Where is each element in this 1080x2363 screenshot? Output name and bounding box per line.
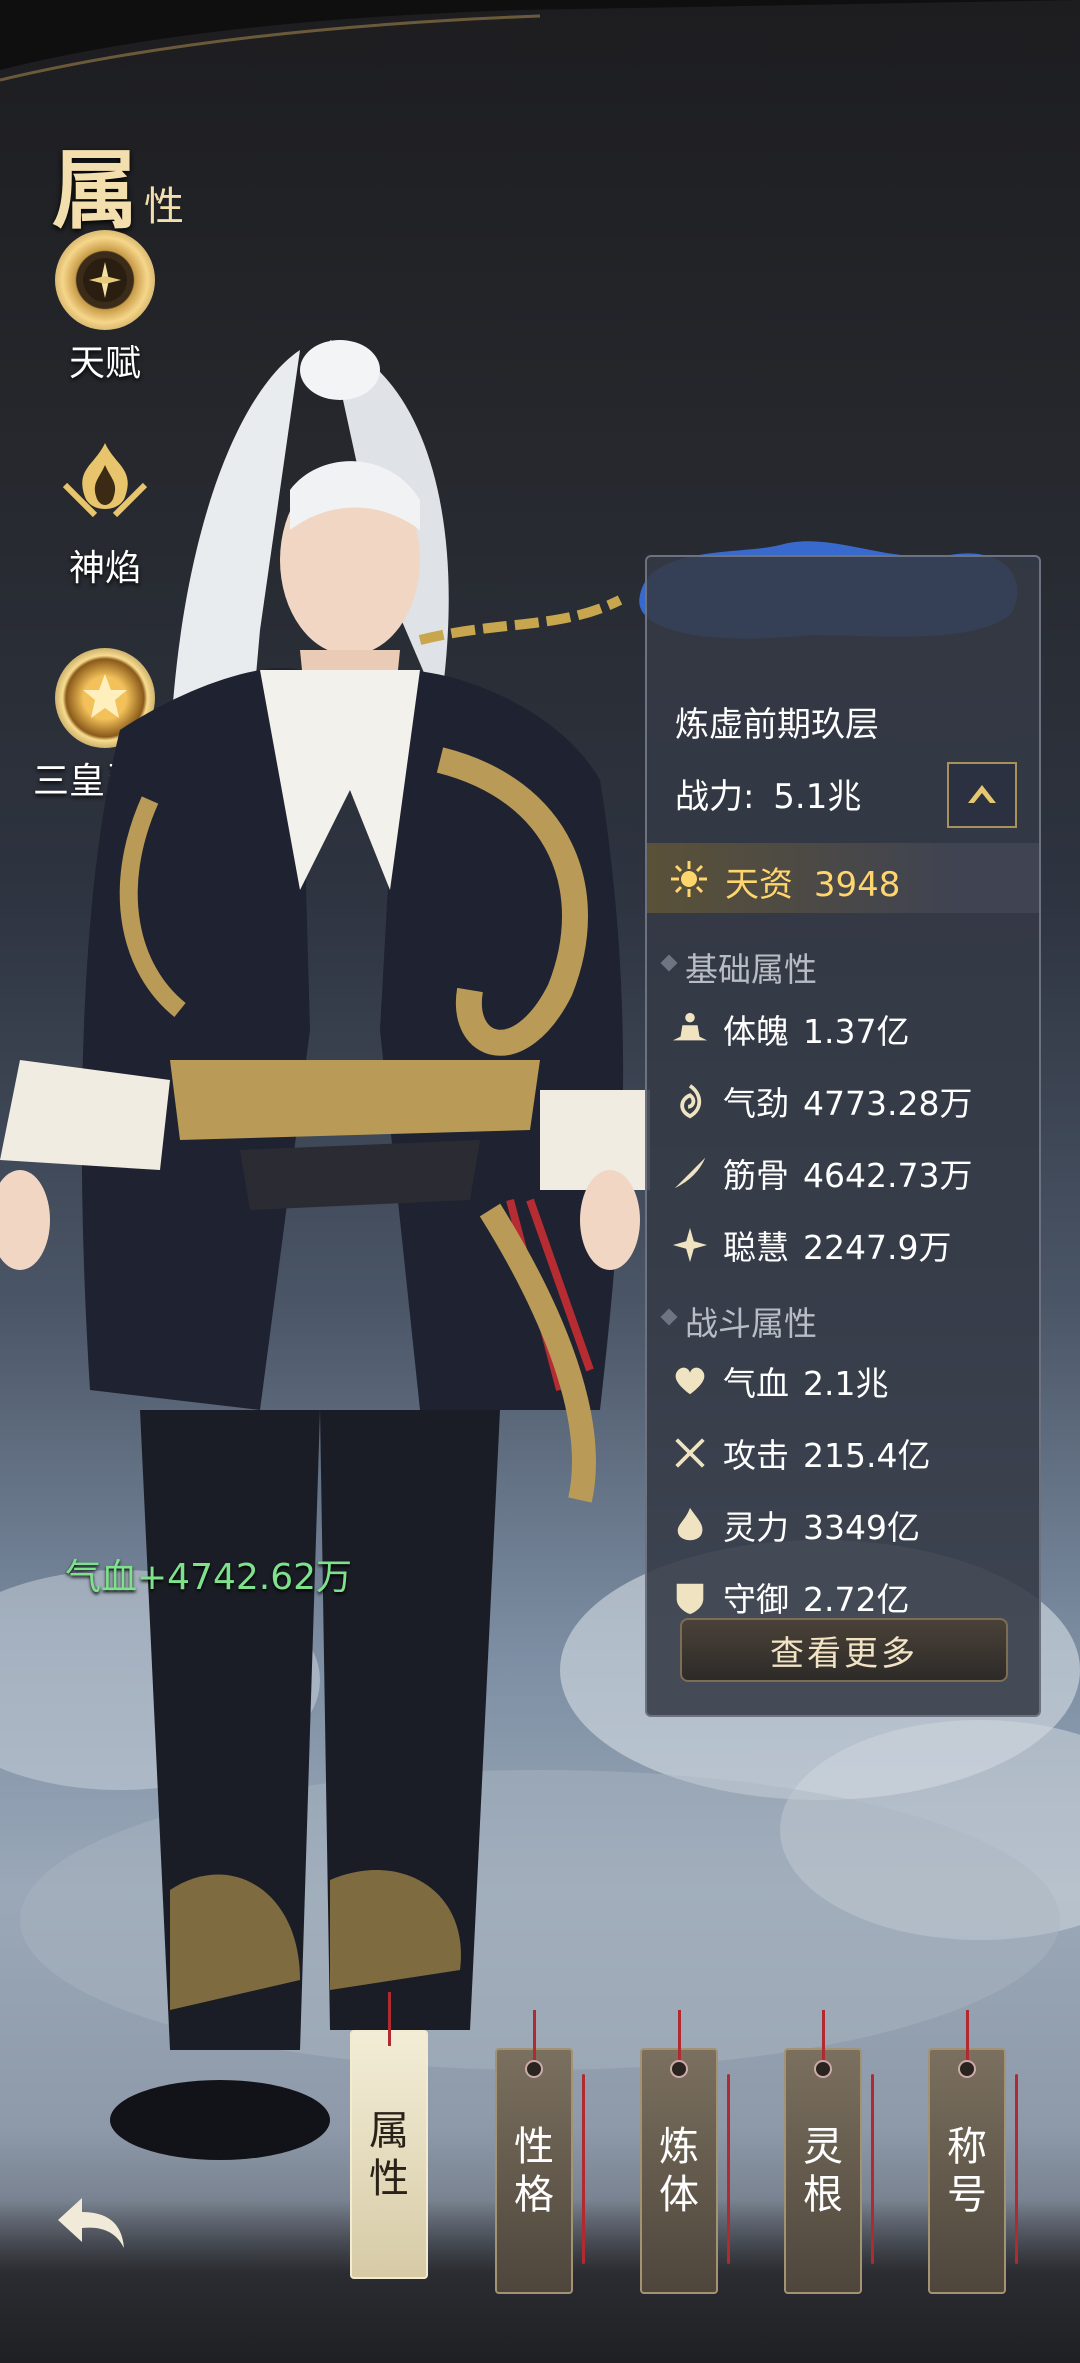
combat-power-label: 战力: bbox=[675, 777, 755, 817]
stat-value: 4773.28万 bbox=[803, 1084, 973, 1123]
cultivation-realm: 炼虚前期玖层 bbox=[675, 705, 879, 745]
stat-row: 灵力 3349亿 bbox=[669, 1499, 920, 1551]
tab-hole bbox=[525, 2060, 543, 2078]
talent-row[interactable]: 天资 3948 bbox=[647, 843, 1039, 913]
top-ornament bbox=[0, 0, 1080, 82]
sparkle-icon bbox=[669, 1224, 711, 1266]
tab-hole bbox=[814, 2060, 832, 2078]
tab-strap bbox=[1015, 2074, 1018, 2264]
stat-row: 体魄 1.37亿 bbox=[669, 1003, 909, 1055]
sun-icon bbox=[671, 861, 707, 897]
stat-value: 2.1兆 bbox=[803, 1364, 889, 1403]
heart-icon bbox=[669, 1360, 711, 1402]
tab-label: 炼 bbox=[659, 2124, 699, 2170]
tab-string bbox=[387, 1992, 391, 2046]
stat-label: 筋骨 bbox=[723, 1156, 789, 1195]
stat-value: 2.72亿 bbox=[803, 1580, 910, 1619]
talent-icon bbox=[55, 230, 155, 330]
tab-strap bbox=[582, 2074, 585, 2264]
stat-row: 聪慧 2247.9万 bbox=[669, 1219, 951, 1271]
talent-value: 3948 bbox=[813, 865, 901, 905]
tab-label: 号 bbox=[947, 2172, 987, 2218]
tab-string bbox=[532, 2010, 536, 2064]
tab-attributes[interactable]: 属 性 bbox=[350, 1992, 428, 2279]
stat-value: 215.4亿 bbox=[803, 1436, 931, 1475]
stat-value: 3349亿 bbox=[803, 1508, 920, 1547]
combat-power: 战力: 5.1兆 bbox=[675, 769, 861, 818]
stat-label: 气劲 bbox=[723, 1084, 789, 1123]
combat-power-value: 5.1兆 bbox=[773, 777, 862, 817]
chevron-up-icon bbox=[968, 785, 996, 803]
view-more-button[interactable]: 查看更多 bbox=[680, 1618, 1008, 1682]
stats-panel: 炼虚前期玖层 战力: 5.1兆 天资 3948 基础属性 体魄 1.37亿 气劲… bbox=[645, 555, 1041, 1717]
tab-string bbox=[965, 2010, 969, 2064]
character-model bbox=[0, 340, 650, 2160]
tab-label: 属 bbox=[369, 2107, 409, 2154]
stat-label: 灵力 bbox=[723, 1508, 789, 1547]
tab-label: 根 bbox=[803, 2172, 843, 2218]
stat-label: 聪慧 bbox=[723, 1228, 789, 1267]
stat-label: 气血 bbox=[723, 1364, 789, 1403]
stat-row: 气血 2.1兆 bbox=[669, 1355, 888, 1407]
tab-string bbox=[677, 2010, 681, 2064]
stat-label: 体魄 bbox=[723, 1012, 789, 1051]
tab-label: 灵 bbox=[803, 2124, 843, 2170]
stat-value: 2247.9万 bbox=[803, 1228, 952, 1267]
page-title: 属性 bbox=[52, 120, 184, 245]
stat-row: 筋骨 4642.73万 bbox=[669, 1147, 972, 1199]
qi-swirl-icon bbox=[669, 1080, 711, 1122]
tab-hole bbox=[958, 2060, 976, 2078]
tab-label: 格 bbox=[514, 2172, 554, 2218]
power-upgrade-button[interactable] bbox=[947, 762, 1017, 828]
shield-icon bbox=[669, 1576, 711, 1618]
tab-label: 称 bbox=[947, 2124, 987, 2170]
tab-label: 性 bbox=[369, 2155, 409, 2202]
tab-spirit-root[interactable]: 灵 根 bbox=[784, 2010, 874, 2294]
tab-hole bbox=[670, 2060, 688, 2078]
section-label: 基础属性 bbox=[685, 950, 817, 989]
section-label: 战斗属性 bbox=[685, 1304, 817, 1343]
stat-label: 攻击 bbox=[723, 1436, 789, 1475]
tab-string bbox=[821, 2010, 825, 2064]
talent-text: 天资 3948 bbox=[725, 857, 900, 906]
spirit-flame-icon bbox=[669, 1504, 711, 1546]
back-button[interactable] bbox=[52, 2188, 142, 2258]
tab-personality[interactable]: 性 格 bbox=[495, 2010, 585, 2294]
page-title-main: 属 bbox=[52, 140, 140, 241]
meditation-icon bbox=[669, 1008, 711, 1050]
tab-titles[interactable]: 称 号 bbox=[928, 2010, 1018, 2294]
tab-strap bbox=[871, 2074, 874, 2264]
stat-row: 攻击 215.4亿 bbox=[669, 1427, 930, 1479]
stat-row: 气劲 4773.28万 bbox=[669, 1075, 972, 1127]
stat-value: 4642.73万 bbox=[803, 1156, 973, 1195]
tab-label: 性 bbox=[514, 2124, 554, 2170]
tab-body-refining[interactable]: 炼 体 bbox=[640, 2010, 730, 2294]
stat-row: 守御 2.72亿 bbox=[669, 1571, 909, 1623]
back-arrow-icon bbox=[58, 2198, 124, 2248]
hp-gain-floating-text: 气血+4742.62万 bbox=[65, 1557, 353, 1598]
stat-label: 守御 bbox=[723, 1580, 789, 1619]
page-title-sub: 性 bbox=[144, 184, 184, 230]
combat-attributes-header: 战斗属性 bbox=[660, 1297, 817, 1345]
feather-icon bbox=[669, 1152, 711, 1194]
basic-attributes-header: 基础属性 bbox=[660, 943, 817, 991]
talent-label: 天资 bbox=[725, 865, 793, 905]
stat-value: 1.37亿 bbox=[803, 1012, 910, 1051]
tab-strap bbox=[727, 2074, 730, 2264]
crossed-swords-icon bbox=[669, 1432, 711, 1474]
tab-label: 体 bbox=[659, 2172, 699, 2218]
